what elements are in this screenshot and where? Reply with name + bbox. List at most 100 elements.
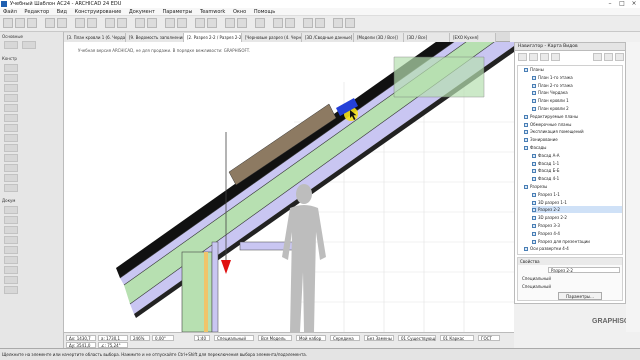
redo-icon[interactable]: [57, 18, 67, 28]
menu-teamwork[interactable]: Teamwork: [197, 8, 228, 15]
section-drawing-canvas[interactable]: Учебная версия ARCHICAD, не для продажи.…: [64, 42, 514, 332]
menu-file[interactable]: Файл: [0, 8, 20, 15]
beam-tool-icon[interactable]: [4, 84, 18, 92]
floor-down-icon[interactable]: [117, 18, 127, 28]
tree-item[interactable]: Разрез 1-1: [532, 191, 622, 198]
zone-tool-icon[interactable]: [4, 184, 18, 192]
standard-combo[interactable]: ГОСТ: [478, 335, 500, 341]
window-tool-icon[interactable]: [4, 164, 18, 172]
project-map-icon[interactable]: [518, 53, 527, 61]
teamwork-icon[interactable]: [303, 18, 313, 28]
tab-3d-summary[interactable]: [3D /Сводные данные]: [302, 33, 354, 42]
close-icon[interactable]: ×: [628, 0, 640, 8]
marquee-icon[interactable]: [87, 18, 97, 28]
tree-item[interactable]: План 2-го этажа: [532, 82, 622, 89]
tree-item[interactable]: Экспликация помещений: [524, 128, 622, 135]
element-info-icon[interactable]: [333, 18, 343, 28]
minimize-icon[interactable]: –: [604, 0, 616, 8]
guide-lines-icon[interactable]: [237, 18, 247, 28]
new-file-icon[interactable]: [3, 18, 13, 28]
level-dimension-tool-icon[interactable]: [4, 216, 18, 224]
tree-item[interactable]: Фасад Б-Б: [532, 167, 622, 174]
curtain-wall-tool-icon[interactable]: [4, 144, 18, 152]
section-icon[interactable]: [147, 18, 157, 28]
tree-item[interactable]: План Чердака: [532, 89, 622, 96]
dimension-tool-icon[interactable]: [4, 206, 18, 214]
tab-section-2-2[interactable]: [2. Разрез 2-2 / Разрез 2-2]: [184, 33, 242, 42]
publisher-icon[interactable]: [255, 18, 265, 28]
menu-options[interactable]: Параметры: [159, 8, 195, 15]
arc-tool-icon[interactable]: [4, 266, 18, 274]
tree-item[interactable]: Редактируемые планы: [524, 113, 622, 120]
door-tool-icon[interactable]: [4, 154, 18, 162]
settings-icon[interactable]: [604, 53, 613, 61]
tree-item[interactable]: План кровли 2: [532, 105, 622, 112]
new-folder-icon[interactable]: [593, 53, 602, 61]
zoom-field[interactable]: 246%: [130, 335, 150, 341]
pointer-icon[interactable]: [75, 18, 85, 28]
shell-tool-icon[interactable]: [4, 114, 18, 122]
tree-item[interactable]: Фасады: [524, 144, 622, 151]
layout-book-icon[interactable]: [540, 53, 549, 61]
tree-item[interactable]: Разрез 2-2: [532, 206, 622, 214]
trace-icon[interactable]: [285, 18, 295, 28]
properties-name-field[interactable]: Разрез 2-2: [548, 267, 620, 273]
parameters-button[interactable]: Параметры...: [558, 292, 602, 300]
pen-sets-icon[interactable]: [177, 18, 187, 28]
stair-tool-icon[interactable]: [4, 124, 18, 132]
tree-item[interactable]: 3D разрез 2-2: [532, 214, 622, 221]
tree-item[interactable]: Фасад 1-1: [532, 160, 622, 167]
tree-item[interactable]: Планы: [524, 66, 622, 73]
grid-icon[interactable]: [225, 18, 235, 28]
slab-tool-icon[interactable]: [4, 94, 18, 102]
rotation-field[interactable]: 0,00°: [152, 335, 174, 341]
fill-tool-icon[interactable]: [4, 246, 18, 254]
tab-models[interactable]: [Модели (3D / Все)]: [354, 33, 404, 42]
object-tool-icon[interactable]: [4, 174, 18, 182]
tree-item[interactable]: Разрезы: [524, 183, 622, 190]
menu-document[interactable]: Документ: [126, 8, 158, 15]
menu-window[interactable]: Окно: [230, 8, 249, 15]
menu-edit[interactable]: Редактор: [21, 8, 52, 15]
tab-draft-section[interactable]: [Черновые разрез (4. Черно: [242, 33, 302, 42]
snap-icon[interactable]: [207, 18, 217, 28]
measure-icon[interactable]: [345, 18, 355, 28]
bimx-icon[interactable]: [315, 18, 325, 28]
menu-help[interactable]: Помощь: [251, 8, 278, 15]
marquee-tool-icon[interactable]: [22, 41, 36, 49]
magic-wand-icon[interactable]: [195, 18, 205, 28]
pen-set-combo[interactable]: Мой набор: [296, 335, 326, 341]
floor-up-icon[interactable]: [105, 18, 115, 28]
text-tool-icon[interactable]: [4, 226, 18, 234]
menu-design[interactable]: Конструирование: [72, 8, 125, 15]
tree-item[interactable]: Фасад А-А: [532, 152, 622, 159]
tree-item[interactable]: План 1-го этажа: [532, 74, 622, 81]
layers-icon[interactable]: [165, 18, 175, 28]
tree-item[interactable]: Разрез 4-4: [532, 230, 622, 237]
tree-item[interactable]: Фасад 4-1: [532, 175, 622, 182]
undo-icon[interactable]: [45, 18, 55, 28]
roof-tool-icon[interactable]: [4, 104, 18, 112]
menu-view[interactable]: Вид: [54, 8, 70, 15]
publisher-sets-icon[interactable]: [551, 53, 560, 61]
render-icon[interactable]: [273, 18, 283, 28]
view-map-tree[interactable]: Планы План 1-го этажа План 2-го этажа План …: [517, 65, 623, 255]
tree-item[interactable]: Разрез для презентации: [532, 238, 622, 245]
scale-field[interactable]: 1:40: [194, 335, 210, 341]
column-tool-icon[interactable]: [4, 74, 18, 82]
tree-item[interactable]: План кровли 1: [532, 97, 622, 104]
drawing-tool-icon[interactable]: [4, 286, 18, 294]
railing-tool-icon[interactable]: [4, 134, 18, 142]
delete-icon[interactable]: [615, 53, 624, 61]
override-combo[interactable]: Без Замены: [364, 335, 394, 341]
polyline-tool-icon[interactable]: [4, 276, 18, 284]
tree-item[interactable]: Разрез 3-3: [532, 222, 622, 229]
layer-combo[interactable]: Специальный: [214, 335, 254, 341]
tab-echo-kitchen[interactable]: [ЕХО Кухня]: [450, 33, 496, 42]
graphic-override-combo[interactable]: 01 Каркас: [440, 335, 474, 341]
3d-view-icon[interactable]: [135, 18, 145, 28]
arrow-tool-icon[interactable]: [4, 41, 18, 49]
label-tool-icon[interactable]: [4, 236, 18, 244]
open-file-icon[interactable]: [15, 18, 25, 28]
tree-item[interactable]: Обмерочные планы: [524, 121, 622, 128]
